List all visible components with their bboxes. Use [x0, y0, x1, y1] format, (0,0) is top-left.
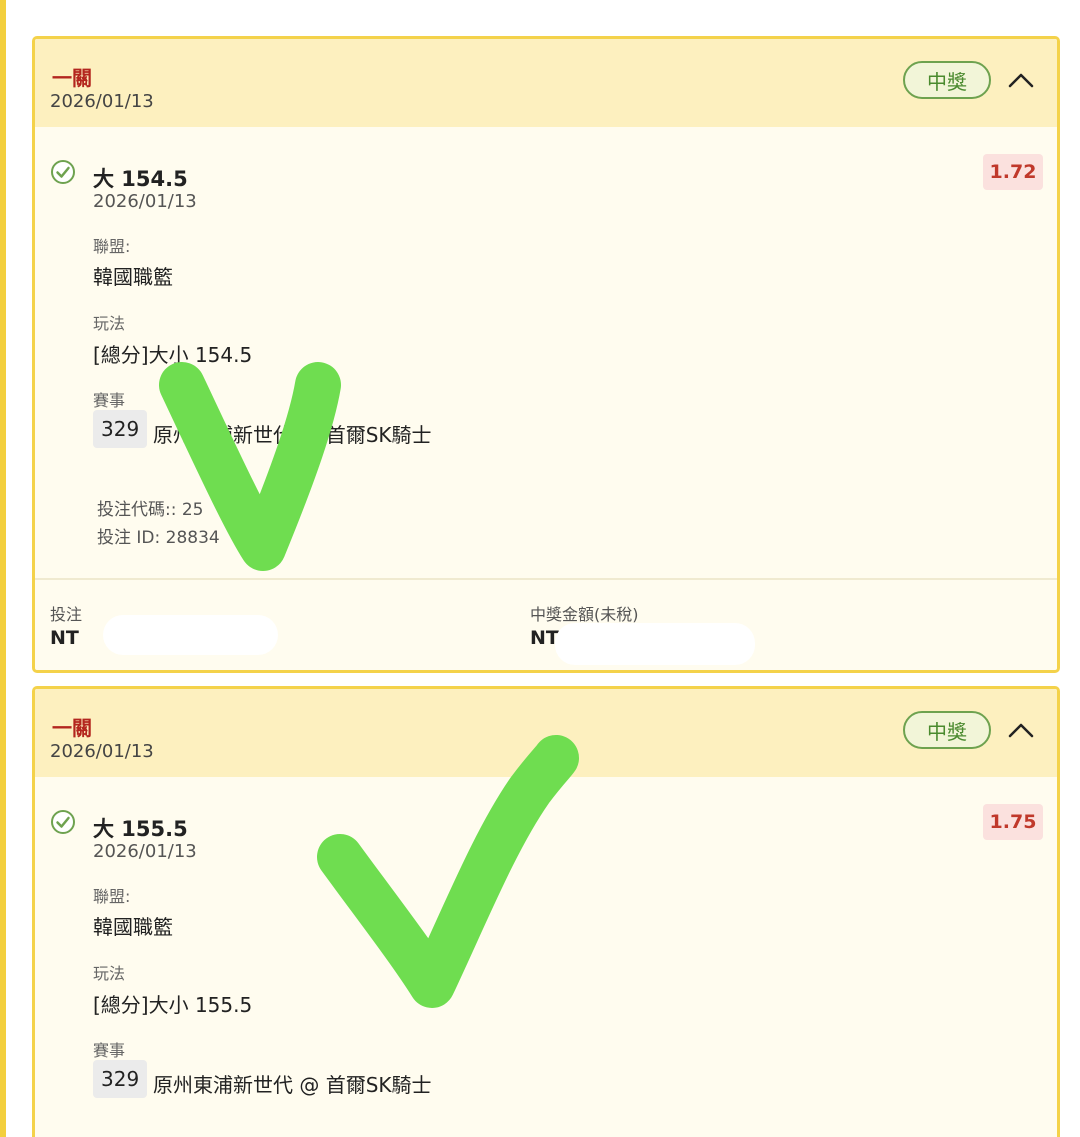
bet-type-title: 一關 — [52, 66, 92, 90]
play-value: [總分]大小 154.5 — [93, 343, 253, 367]
league-value: 韓國職籃 — [93, 915, 173, 939]
play-label: 玩法 — [93, 964, 126, 983]
stake-value: NT — [50, 627, 79, 649]
redaction-mark — [555, 623, 755, 665]
match-name: 原州東浦新世代 @ 首爾SK騎士 — [153, 1073, 432, 1097]
bet-card: 一關 2026/01/13 中獎 大 155.5 2026/01/13 1.75… — [32, 686, 1060, 1137]
left-accent-bar — [0, 0, 6, 1137]
redaction-mark — [103, 615, 278, 655]
odds-badge: 1.75 — [983, 804, 1043, 840]
card-header[interactable]: 一關 2026/01/13 中獎 — [35, 39, 1057, 127]
bet-code: 投注代碼:: 25 — [97, 500, 204, 520]
selection-date: 2026/01/13 — [93, 191, 197, 212]
status-badge: 中獎 — [903, 711, 991, 749]
check-circle-icon — [51, 810, 75, 834]
match-name: 原州東浦新世代 @ 首爾SK騎士 — [153, 423, 432, 447]
footer-divider — [35, 578, 1057, 580]
selection-title: 大 154.5 — [93, 167, 188, 191]
league-value: 韓國職籃 — [93, 265, 173, 289]
card-header[interactable]: 一關 2026/01/13 中獎 — [35, 689, 1057, 777]
play-label: 玩法 — [93, 314, 126, 333]
payout-label: 中獎金額(未稅) — [530, 605, 639, 624]
chevron-up-icon[interactable] — [1007, 720, 1035, 740]
bet-date: 2026/01/13 — [50, 91, 154, 112]
league-label: 聯盟: — [93, 237, 131, 256]
selection-title: 大 155.5 — [93, 817, 188, 841]
chevron-up-icon[interactable] — [1007, 70, 1035, 90]
bet-card: 一關 2026/01/13 中獎 大 154.5 2026/01/13 1.72… — [32, 36, 1060, 673]
odds-badge: 1.72 — [983, 154, 1043, 190]
stake-label: 投注 — [50, 605, 83, 624]
bet-date: 2026/01/13 — [50, 741, 154, 762]
league-label: 聯盟: — [93, 887, 131, 906]
bet-id: 投注 ID: 28834 — [97, 528, 220, 548]
bet-type-title: 一關 — [52, 716, 92, 740]
match-number-chip: 329 — [93, 410, 148, 448]
match-label: 賽事 — [93, 391, 126, 410]
check-circle-icon — [51, 160, 75, 184]
selection-date: 2026/01/13 — [93, 841, 197, 862]
match-label: 賽事 — [93, 1041, 126, 1060]
status-badge: 中獎 — [903, 61, 991, 99]
bet-history-page: 一關 2026/01/13 中獎 大 154.5 2026/01/13 1.72… — [0, 0, 1080, 1137]
match-number-chip: 329 — [93, 1060, 148, 1098]
play-value: [總分]大小 155.5 — [93, 993, 253, 1017]
